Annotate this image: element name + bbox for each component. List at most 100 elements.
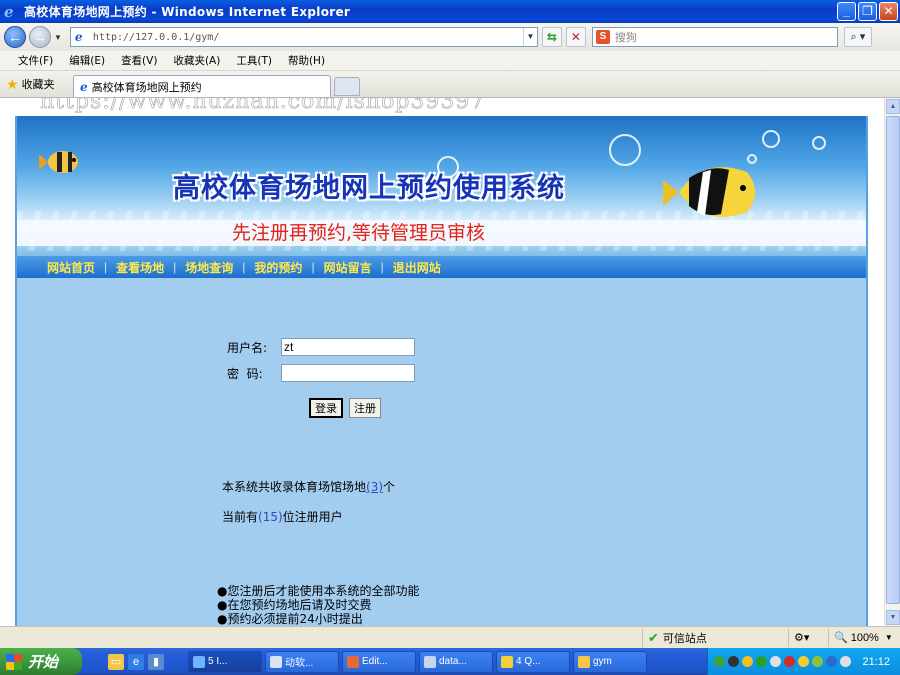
password-label: 密 码: bbox=[227, 366, 263, 381]
zoom-control[interactable]: 🔍 100% ▼ bbox=[828, 628, 900, 647]
venue-count-text: 本系统共收录体育场馆场地(3)个 bbox=[222, 478, 395, 495]
address-bar[interactable]: e http://127.0.0.1/gym/ ▼ bbox=[69, 27, 538, 47]
new-tab-button[interactable] bbox=[334, 77, 360, 96]
scroll-down-button[interactable]: ▼ bbox=[886, 610, 900, 625]
tray-icon[interactable] bbox=[826, 656, 837, 667]
task-item-ie[interactable]: 5 I... bbox=[188, 650, 262, 673]
tab-page-icon: e bbox=[80, 79, 88, 94]
stop-button[interactable]: ✕ bbox=[565, 27, 586, 47]
tab-current[interactable]: e 高校体育场地网上预约 bbox=[73, 75, 331, 97]
task-item-label: Edit... bbox=[362, 656, 388, 667]
menu-file[interactable]: 文件(F) bbox=[18, 53, 53, 68]
menu-view[interactable]: 查看(V) bbox=[121, 53, 157, 68]
security-zone-label: 可信站点 bbox=[662, 632, 707, 645]
folder-icon[interactable]: ▭ bbox=[108, 653, 124, 670]
tray-icon[interactable] bbox=[756, 656, 767, 667]
qq-task-icon bbox=[501, 655, 513, 668]
user-count-text: 当前有(15)位注册用户 bbox=[222, 508, 343, 525]
ie-quicklaunch-icon[interactable]: e bbox=[128, 653, 144, 670]
window-title-bar[interactable]: e 高校体育场地网上预约 - Windows Internet Explorer… bbox=[0, 0, 900, 23]
search-input[interactable]: 搜狗 bbox=[615, 29, 637, 45]
close-button[interactable]: ✕ bbox=[879, 2, 898, 21]
nav-guestbook[interactable]: 网站留言 bbox=[324, 259, 372, 276]
site-notice: 先注册再预约,等待管理员审核 bbox=[232, 222, 486, 244]
folder-task-icon bbox=[578, 655, 590, 668]
zoom-dropdown-icon[interactable]: ▼ bbox=[885, 633, 893, 642]
note-item: ●您注册后才能使用本系统的全部功能 bbox=[217, 584, 420, 598]
task-item-qq[interactable]: 4 Q... bbox=[496, 650, 570, 673]
nav-logout[interactable]: 退出网站 bbox=[393, 259, 441, 276]
window-title: 高校体育场地网上预约 - Windows Internet Explorer bbox=[24, 5, 351, 19]
username-label: 用户名: bbox=[227, 340, 268, 355]
protected-mode-icon[interactable]: ⚙▾ bbox=[788, 628, 828, 647]
maximize-button[interactable]: ❐ bbox=[858, 2, 877, 21]
start-button[interactable]: 开始 bbox=[0, 648, 82, 675]
address-dropdown-icon[interactable]: ▼ bbox=[522, 28, 537, 46]
favorites-star-icon[interactable]: ★ bbox=[6, 76, 19, 93]
notes-list: ●您注册后才能使用本系统的全部功能 ●在您预约场地后请及时交费 ●预约必须提前2… bbox=[217, 584, 419, 626]
clock[interactable]: 21:12 bbox=[862, 656, 890, 668]
minimize-button[interactable]: _ bbox=[837, 2, 856, 21]
task-item-label: data... bbox=[439, 656, 467, 667]
forward-button[interactable]: → bbox=[29, 26, 51, 48]
check-icon: ✔ bbox=[648, 629, 659, 645]
username-input[interactable] bbox=[281, 338, 415, 356]
windows-flag-icon bbox=[6, 653, 22, 670]
task-item-gym-folder[interactable]: gym bbox=[573, 650, 647, 673]
venue-count-suffix: 个 bbox=[383, 480, 396, 494]
nav-separator: | bbox=[242, 260, 246, 274]
tray-icon[interactable] bbox=[714, 656, 725, 667]
tray-icon[interactable] bbox=[770, 656, 781, 667]
tray-icon[interactable] bbox=[840, 656, 851, 667]
register-button[interactable]: 注册 bbox=[349, 398, 381, 418]
menu-help[interactable]: 帮助(H) bbox=[288, 53, 325, 68]
nav-view-venues[interactable]: 查看场地 bbox=[116, 259, 164, 276]
login-button[interactable]: 登录 bbox=[309, 398, 343, 418]
nav-separator: | bbox=[311, 260, 315, 274]
nav-my-bookings[interactable]: 我的预约 bbox=[254, 259, 302, 276]
page-icon: e bbox=[74, 30, 83, 44]
site-title: 高校体育场地网上预约使用系统 bbox=[173, 173, 565, 204]
search-box[interactable]: S 搜狗 bbox=[591, 27, 838, 47]
menu-favorites[interactable]: 收藏夹(A) bbox=[173, 53, 220, 68]
note-item: ●在您预约场地后请及时交费 bbox=[217, 598, 372, 612]
site-nav: 网站首页 | 查看场地 | 场地查询 | 我的预约 | 网站留言 | 退出网站 bbox=[17, 256, 866, 278]
history-dropdown-icon[interactable]: ▼ bbox=[54, 33, 62, 42]
nav-venue-search[interactable]: 场地查询 bbox=[185, 259, 233, 276]
ie-task-icon bbox=[193, 655, 205, 668]
tray-icon[interactable] bbox=[742, 656, 753, 667]
menu-tools[interactable]: 工具(T) bbox=[236, 53, 272, 68]
login-buttons: 登录 注册 bbox=[309, 398, 381, 418]
venue-count-link[interactable]: (3) bbox=[366, 480, 383, 494]
task-item-editor[interactable]: Edit... bbox=[342, 650, 416, 673]
sogou-icon: S bbox=[595, 30, 610, 44]
refresh-button[interactable]: ⇆ bbox=[541, 27, 562, 47]
user-count-prefix: 当前有 bbox=[222, 510, 259, 524]
show-desktop-icon[interactable]: ▮ bbox=[148, 653, 164, 670]
task-item-codegen[interactable]: 动软... bbox=[265, 650, 339, 673]
back-button[interactable]: ← bbox=[4, 26, 26, 48]
password-input[interactable] bbox=[281, 364, 415, 382]
task-item-label: 动软... bbox=[285, 658, 314, 669]
task-item-label: gym bbox=[593, 656, 612, 667]
scroll-up-button[interactable]: ▲ bbox=[886, 99, 900, 114]
taskbar: 开始 ▭ e ▮ 5 I... 动软... Edit... data... 4 … bbox=[0, 648, 900, 675]
tray-icon[interactable] bbox=[812, 656, 823, 667]
venue-count-prefix: 本系统共收录体育场馆场地 bbox=[222, 480, 367, 494]
security-zone[interactable]: ✔ 可信站点 bbox=[642, 628, 788, 647]
tray-icon[interactable] bbox=[784, 656, 795, 667]
zoom-level: 100% bbox=[850, 631, 879, 644]
ie-icon: e bbox=[4, 2, 14, 21]
menu-edit[interactable]: 编辑(E) bbox=[69, 53, 105, 68]
user-count-suffix: 位注册用户 bbox=[282, 510, 343, 524]
task-item-data[interactable]: data... bbox=[419, 650, 493, 673]
page-viewport: 高校体育场地网上预约使用系统 先注册再预约,等待管理员审核 网站首页 | 查看场… bbox=[0, 98, 884, 626]
tray-icon[interactable] bbox=[798, 656, 809, 667]
address-url[interactable]: http://127.0.0.1/gym/ bbox=[93, 32, 523, 43]
nav-home[interactable]: 网站首页 bbox=[47, 259, 95, 276]
favorites-button[interactable]: 收藏夹 bbox=[22, 76, 55, 92]
search-button[interactable]: ⌕ ▾ bbox=[843, 27, 872, 47]
vertical-scrollbar[interactable]: ▲ ▼ bbox=[884, 98, 900, 626]
scroll-thumb[interactable] bbox=[886, 116, 900, 604]
tray-icon[interactable] bbox=[728, 656, 739, 667]
